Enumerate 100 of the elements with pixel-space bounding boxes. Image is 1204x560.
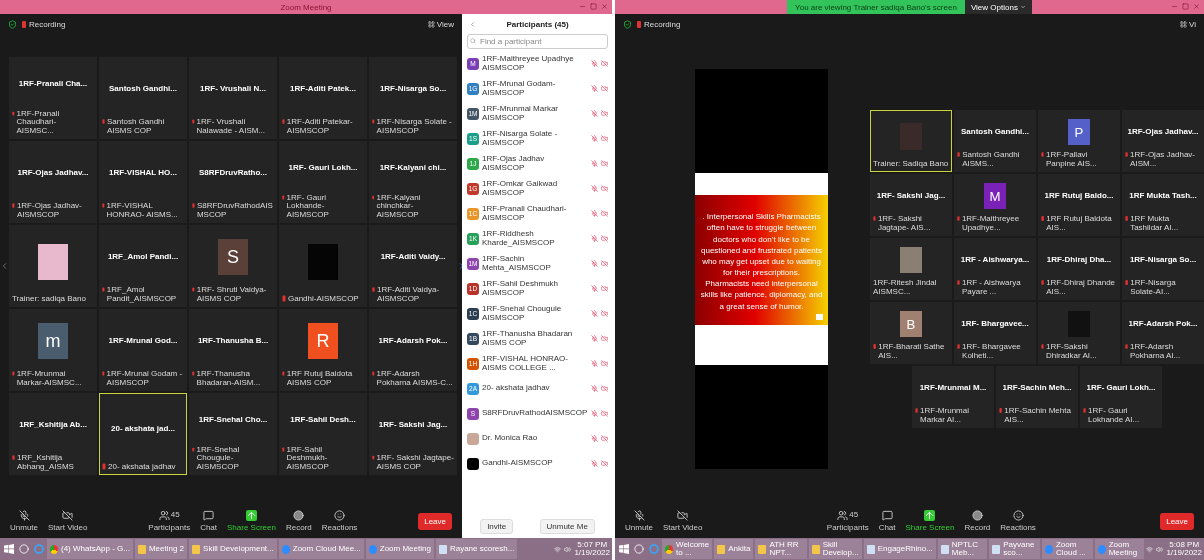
participant-name[interactable]: 1RF-Riddhesh Kharde_AISMSCOP xyxy=(482,229,588,248)
toolbar-button[interactable]: Reactions xyxy=(1000,510,1036,532)
video-tile[interactable]: 1RF-Mrunmai M... 1RF-Mrunmai Markar AI... xyxy=(912,366,994,428)
shield-icon[interactable] xyxy=(623,19,632,29)
muted-mic-icon[interactable] xyxy=(591,210,598,217)
network-icon[interactable] xyxy=(554,545,562,553)
video-off-icon[interactable] xyxy=(601,210,608,217)
video-tile[interactable]: Trainer: Sadiqa Bano xyxy=(870,110,952,172)
video-tile[interactable]: 1RF-Sahil Desh... 1RF-Sahil Deshmukh-AISMSCOP xyxy=(279,393,367,475)
video-tile[interactable]: 1RF Mukta Tash... 1RF Mukta Tashildar AI... xyxy=(1122,174,1204,236)
video-off-icon[interactable] xyxy=(601,385,608,392)
video-tile[interactable]: 1RF-Aditi Patek... 1RF-Aditi Patekar-AISMSCOP xyxy=(279,57,367,139)
video-tile[interactable]: 1RF - Aishwarya... 1RF - Aishwarya Payare ... xyxy=(954,238,1036,300)
video-tile[interactable]: 1RF- Gauri Lokh... 1RF- Gauri Lokhande AI... xyxy=(1080,366,1162,428)
panel-button[interactable]: Unmute Me xyxy=(539,519,595,534)
video-tile[interactable]: m 1RF-Mrunmai Markar-AISMSC... xyxy=(9,309,97,391)
maximize-icon[interactable] xyxy=(1182,3,1189,10)
participant-name[interactable]: 1RF-Sahil Deshmukh AISMSCOP xyxy=(482,279,588,298)
volume-icon[interactable] xyxy=(564,545,572,553)
video-off-icon[interactable] xyxy=(601,460,608,467)
video-tile[interactable]: Santosh Gandhi... Santosh Gandhi AISMS COP xyxy=(99,57,187,139)
video-off-icon[interactable] xyxy=(601,185,608,192)
video-tile[interactable]: 1RF-Pranali Cha... 1RF-Pranali Chaudhari- AISMSC... xyxy=(9,57,97,139)
video-tile[interactable]: 1RF- Vrushali N... 1RF- Vrushali Nalawade - AISM... xyxy=(189,57,277,139)
video-tile[interactable]: 1RF- Sakshi Jag... 1RF- Sakshi Jagtape- AISMS COP xyxy=(369,393,457,475)
muted-mic-icon[interactable] xyxy=(591,385,598,392)
clock[interactable]: 5:08 PM 1/19/2022 xyxy=(1166,540,1202,558)
previous-page-icon[interactable] xyxy=(0,261,9,271)
video-off-icon[interactable] xyxy=(601,310,608,317)
video-tile[interactable]: 1RF- Gauri Lokh... 1RF- Gauri Lokhande-AISMSCOP xyxy=(279,141,367,223)
video-tile[interactable]: R 1RF Rutuj Baldota AISMS COP xyxy=(279,309,367,391)
video-tile[interactable]: 1RF-Sachin Meh... 1RF-Sachin Mehta AIS... xyxy=(996,366,1078,428)
toolbar-button[interactable]: Reactions xyxy=(321,510,358,532)
participant-name[interactable]: 1RF-Thanusha Bhadaran AISMS COP xyxy=(482,329,588,348)
toolbar-button[interactable]: Start Video xyxy=(48,510,88,532)
windows-logo-icon[interactable] xyxy=(618,544,629,554)
muted-mic-icon[interactable] xyxy=(591,260,598,267)
muted-mic-icon[interactable] xyxy=(591,335,598,342)
back-icon[interactable] xyxy=(469,21,476,28)
minimize-icon[interactable] xyxy=(579,3,586,10)
participant-name[interactable]: 1RF-Maithreyee Upadhye AISMSCOP xyxy=(482,54,588,73)
participant-name[interactable]: 1RF-Pranali Chaudhari- AISMSCOP xyxy=(482,204,588,223)
toolbar-button[interactable]: Record xyxy=(964,510,991,532)
muted-mic-icon[interactable] xyxy=(591,110,598,117)
participant-name[interactable]: 1RF-Nisarga Solate - AISMSCOP xyxy=(482,129,588,148)
muted-mic-icon[interactable] xyxy=(591,435,598,442)
muted-mic-icon[interactable] xyxy=(591,85,598,92)
muted-mic-icon[interactable] xyxy=(591,460,598,467)
participant-name[interactable]: 1RF-Sachin Mehta_AISMSCOP xyxy=(482,254,588,273)
participant-name[interactable]: Dr. Monica Rao xyxy=(482,434,588,443)
video-tile[interactable]: 20- akshata jad... 20- akshata jadhav xyxy=(99,393,187,475)
toolbar-button[interactable]: Chat xyxy=(200,510,218,532)
video-off-icon[interactable] xyxy=(601,110,608,117)
video-off-icon[interactable] xyxy=(601,360,608,367)
browser-icon[interactable] xyxy=(648,544,659,554)
video-tile[interactable]: 1RF-Adarsh Pok... 1RF-Adarsh Pokharna AISMS-C... xyxy=(369,309,457,391)
participant-name[interactable]: 20- akshata jadhav xyxy=(482,384,588,393)
video-tile[interactable]: 1RF-Nisarga So... 1RF-Nisarga Solate-AI... xyxy=(1122,238,1204,300)
browser-icon[interactable] xyxy=(33,544,44,554)
video-off-icon[interactable] xyxy=(601,235,608,242)
participant-name[interactable]: 1RF-Mrunmai Markar AISMSCOP xyxy=(482,104,588,123)
leave-button[interactable]: Leave xyxy=(418,512,452,530)
video-tile[interactable]: 1RF-Sakshi Dhiradkar AI... xyxy=(1038,302,1120,364)
video-tile[interactable]: M 1RF-Maithreyee Upadhye... xyxy=(954,174,1036,236)
video-tile[interactable]: 1RF-Ojas Jadhav... 1RF-Ojas Jadhav-AISMSCOP xyxy=(9,141,97,223)
shield-icon[interactable] xyxy=(8,19,17,29)
toolbar-button[interactable]: Start Video xyxy=(663,510,703,532)
toolbar-button[interactable]: 45 Participants xyxy=(826,510,869,532)
windows-logo-icon[interactable] xyxy=(3,544,14,554)
muted-mic-icon[interactable] xyxy=(591,235,598,242)
toolbar-button[interactable]: Share Screen xyxy=(905,510,955,532)
volume-icon[interactable] xyxy=(1156,545,1164,553)
video-tile[interactable]: 1RF- Bhargavee... 1RF- Bhargavee Kolheti... xyxy=(954,302,1036,364)
participant-name[interactable]: Gandhi-AISMSCOP xyxy=(482,459,588,468)
participant-name[interactable]: 1RF-Ojas Jadhav AISMSCOP xyxy=(482,154,588,173)
muted-mic-icon[interactable] xyxy=(591,185,598,192)
video-off-icon[interactable] xyxy=(601,260,608,267)
video-off-icon[interactable] xyxy=(601,285,608,292)
minimize-icon[interactable] xyxy=(1171,3,1178,10)
video-tile[interactable]: S 1RF- Shruti Vaidya-AISMS COP xyxy=(189,225,277,307)
video-off-icon[interactable] xyxy=(601,435,608,442)
muted-mic-icon[interactable] xyxy=(591,160,598,167)
video-tile[interactable]: 1RF_Kshitija Ab... 1RF_Kshitija Abhang_AISMS xyxy=(9,393,97,475)
video-off-icon[interactable] xyxy=(601,335,608,342)
video-tile[interactable]: 1RF-Mrunal God... 1RF-Mrunal Godam - AISMSCOP xyxy=(99,309,187,391)
video-tile[interactable]: Santosh Gandhi... Santosh Gandhi AISMS... xyxy=(954,110,1036,172)
video-tile[interactable]: 1RF_Amol Pandi... 1RF_Amol Pandit_AISMSCOP xyxy=(99,225,187,307)
video-tile[interactable]: 1RF Rutuj Baldo... 1RF Rutuj Baldota AIS... xyxy=(1038,174,1120,236)
leave-button[interactable]: Leave xyxy=(1160,512,1194,530)
view-button[interactable]: Vi xyxy=(1180,19,1196,29)
view-options-button[interactable]: View Options xyxy=(964,0,1032,14)
video-tile[interactable]: 1RF-Thanusha B... 1RF-Thanusha Bhadaran-AISM... xyxy=(189,309,277,391)
video-tile[interactable]: 1RF-Dhiraj Dha... 1RF-Dhiraj Dhande AIS... xyxy=(1038,238,1120,300)
video-tile[interactable]: 1RF-VISHAL HO... 1RF-VISHAL HONRAO- AISMS... xyxy=(99,141,187,223)
network-icon[interactable] xyxy=(1146,545,1154,553)
video-tile[interactable]: Trainer: sadiqa Bano xyxy=(9,225,97,307)
toolbar-button[interactable]: 45 Participants xyxy=(148,510,191,532)
video-off-icon[interactable] xyxy=(601,410,608,417)
muted-mic-icon[interactable] xyxy=(591,135,598,142)
video-tile[interactable]: 1RF-Snehal Cho... 1RF-Snehal Chougule-AISMSCOP xyxy=(189,393,277,475)
